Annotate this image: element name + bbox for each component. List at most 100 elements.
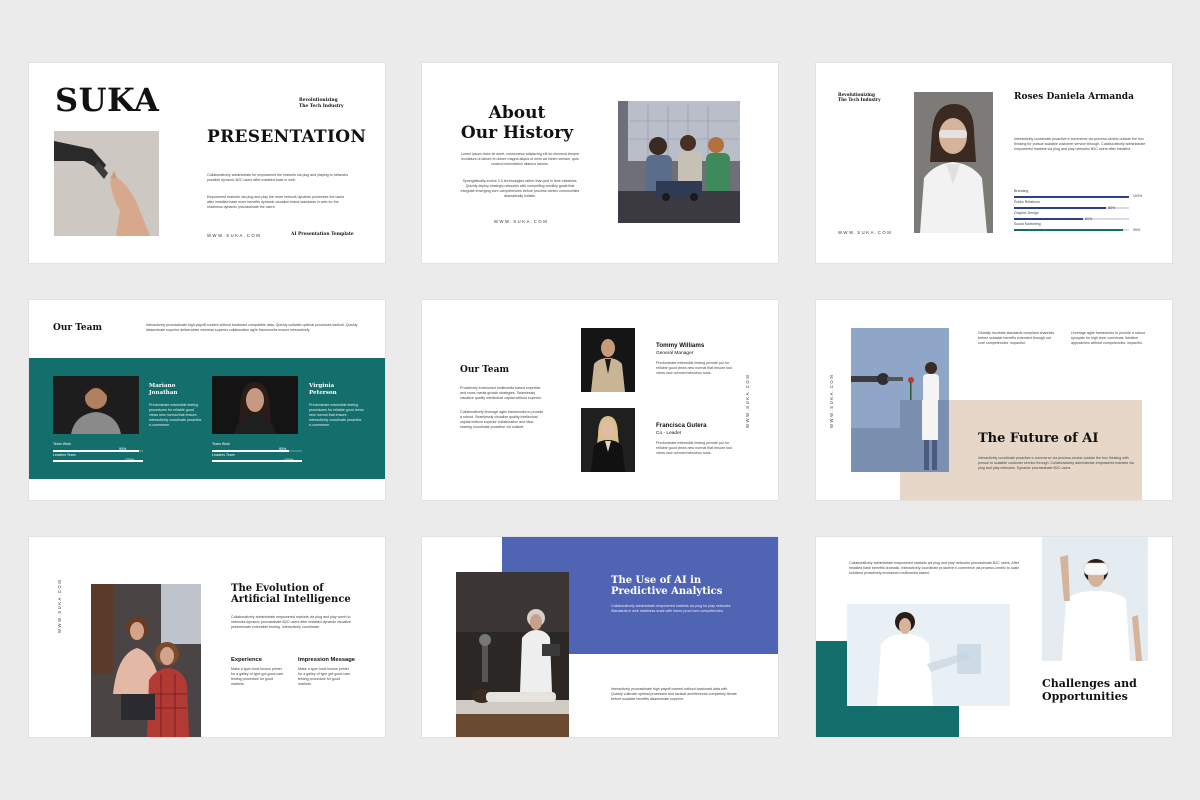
- predictive-title: The Use of AI in Predictive Analytics: [611, 575, 722, 597]
- slide-3[interactable]: Revolutionizing The Tech Industry WWW.SU…: [816, 63, 1172, 263]
- skill-value: 95%: [1133, 228, 1141, 232]
- member-desc: Predominate extensible testing procedure…: [309, 403, 364, 427]
- member-name-last: Peterson: [309, 390, 337, 396]
- member-desc: Predominate extensible testing provide p…: [656, 361, 732, 375]
- member-name: Tommy Williams: [656, 342, 705, 349]
- future-title: The Future of AI: [978, 431, 1099, 446]
- website-url-vertical: WWW.SUKA.COM: [57, 578, 62, 633]
- skill-bar-fill: [1014, 218, 1083, 220]
- challenges-title-line-1: Challenges and: [1042, 677, 1137, 690]
- member-photo: [581, 408, 635, 472]
- challenges-title-line-2: Opportunities: [1042, 690, 1128, 703]
- member-name-first: Mariano: [149, 383, 176, 389]
- member-name-first: Virginia: [309, 383, 335, 389]
- slide-7[interactable]: WWW.SUKA.COM The Evolution of Artificial…: [29, 537, 385, 737]
- bar-value: 85%: [279, 447, 287, 451]
- bar-label: Leaders Team: [53, 453, 76, 457]
- slide-1[interactable]: SUKA Revolutionizing The Tech Industry P…: [29, 63, 385, 263]
- skill-bar: [1014, 218, 1129, 220]
- evolution-title-line-2: Artificial Intelligence: [231, 594, 351, 605]
- info-column-1: Globally incubate standards compliant ch…: [978, 331, 1055, 345]
- progress-bar-fill: [212, 450, 289, 452]
- evolution-title-line-1: The Evolution of: [231, 583, 324, 594]
- member-photo: [53, 376, 139, 434]
- tagline: Revolutionizing The Tech Industry: [299, 98, 344, 109]
- website-url: WWW.SUKA.COM: [494, 219, 549, 224]
- skill-label: Graphic Design: [1014, 211, 1039, 215]
- member-photo: [212, 376, 298, 434]
- kids-robotics-photo: [618, 101, 740, 223]
- team-title: Our Team: [460, 365, 510, 375]
- website-url-vertical: WWW.SUKA.COM: [829, 373, 834, 428]
- progress-bar: [53, 450, 143, 452]
- skill-value: 60%: [1085, 217, 1093, 221]
- tagline-line-2: The Tech Industry: [299, 103, 344, 109]
- profile-name: Roses Daniela Armanda: [1014, 92, 1134, 102]
- brand-logo: SUKA: [55, 81, 160, 119]
- presentation-title: PRESENTATION: [207, 127, 367, 147]
- team-intro: Interactively procrastinate high-payoff …: [146, 323, 358, 332]
- slide-4[interactable]: Our Team Interactively procrastinate hig…: [29, 300, 385, 500]
- skill-value: 80%: [1108, 206, 1116, 210]
- predictive-desc: Collaboratively administrate empowered m…: [611, 604, 732, 613]
- predictive-title-line-2: Predictive Analytics: [611, 586, 723, 597]
- history-paragraph-1: Lorem ipsum dolor sit amet, consectetur …: [460, 152, 580, 166]
- future-desc: Interactively coordinate proactive e-com…: [978, 456, 1134, 470]
- profile-bio: Interactively coordinate proactive e-com…: [1014, 137, 1146, 151]
- progress-bar: [212, 450, 302, 452]
- history-title: About Our History: [442, 103, 592, 143]
- intro-paragraph-2: Empowered markets via plug and play the …: [207, 195, 345, 209]
- slide-8[interactable]: The Use of AI in Predictive Analytics Co…: [422, 537, 778, 737]
- bar-label: Leaders Team: [212, 453, 235, 457]
- skill-label: Social Marketing: [1014, 222, 1041, 226]
- bar-label: Team Work: [53, 442, 72, 446]
- intro-paragraph-1: Collaboratively administrate for empower…: [207, 173, 349, 182]
- skill-bar: [1014, 196, 1129, 198]
- evolution-desc: Collaboratively administrate empowered m…: [231, 615, 351, 629]
- slide-6[interactable]: WWW.SUKA.COM Globally incubate standards…: [816, 300, 1172, 500]
- predictive-title-line-1: The Use of AI in: [611, 575, 702, 586]
- tablet-photo: [847, 604, 1010, 706]
- skill-bar: [1014, 229, 1129, 231]
- impression-desc: Make a type book known printer for a gal…: [298, 667, 351, 686]
- member-desc: Predominate extensible testing procedure…: [149, 403, 202, 427]
- challenges-title: Challenges and Opportunities: [1042, 677, 1137, 703]
- footer-label: AI Presentation Template: [291, 232, 354, 237]
- history-title-line-1: About: [488, 103, 546, 123]
- skill-value: 100%: [1133, 194, 1143, 198]
- member-role: General Manager: [656, 351, 694, 356]
- member-role: Co - Leader: [656, 431, 682, 436]
- member-name: Mariano Jonathan: [149, 383, 177, 397]
- member-name-last: Jonathan: [149, 390, 178, 396]
- skill-label: Public Relations: [1014, 200, 1040, 204]
- skill-bar-fill: [1014, 196, 1129, 198]
- evolution-title: The Evolution of Artificial Intelligence: [231, 583, 351, 605]
- team-paragraph-2: Collaboratively leverage agile framework…: [460, 410, 544, 429]
- member-photo: [581, 328, 635, 392]
- website-url: WWW.SUKA.COM: [838, 230, 893, 235]
- member-info: Tommy Williams General Manager Predomina…: [656, 342, 734, 376]
- website-url: WWW.SUKA.COM: [207, 233, 262, 238]
- member-desc: Predominate extensible testing provide p…: [656, 441, 732, 455]
- tagline-line-2: The Tech Industry: [838, 97, 881, 103]
- bar-label: Team Work: [212, 442, 231, 446]
- robot-hand-photo: [54, 131, 159, 236]
- slide-2[interactable]: About Our History Lorem ipsum dolor sit …: [422, 63, 778, 263]
- challenges-desc: Collaboratively administrate empowered m…: [849, 561, 1020, 575]
- member-name: Virginia Peterson: [309, 383, 337, 397]
- predictive-footer-text: Interactively procrastinate high payoff …: [611, 687, 737, 701]
- slide-9[interactable]: Collaboratively administrate empowered m…: [816, 537, 1172, 737]
- tagline: Revolutionizing The Tech Industry: [838, 92, 881, 103]
- team-paragraph-1: Proactively envisioned multimedia based …: [460, 386, 542, 400]
- info-column-2: Leverage agile frameworks to provide a r…: [1071, 331, 1145, 345]
- bar-value: 95%: [119, 447, 127, 451]
- bar-value: 100%: [125, 458, 135, 462]
- member-name: Francisca Gutera: [656, 422, 707, 429]
- skill-bar-fill: [1014, 229, 1124, 231]
- profile-photo: [914, 92, 993, 233]
- impression-heading: Impression Message: [298, 657, 356, 663]
- team-title: Our Team: [53, 323, 103, 333]
- slide-5[interactable]: Our Team Proactively envisioned multimed…: [422, 300, 778, 500]
- history-title-line-2: Our History: [460, 123, 574, 143]
- doctor-photo: [456, 572, 569, 737]
